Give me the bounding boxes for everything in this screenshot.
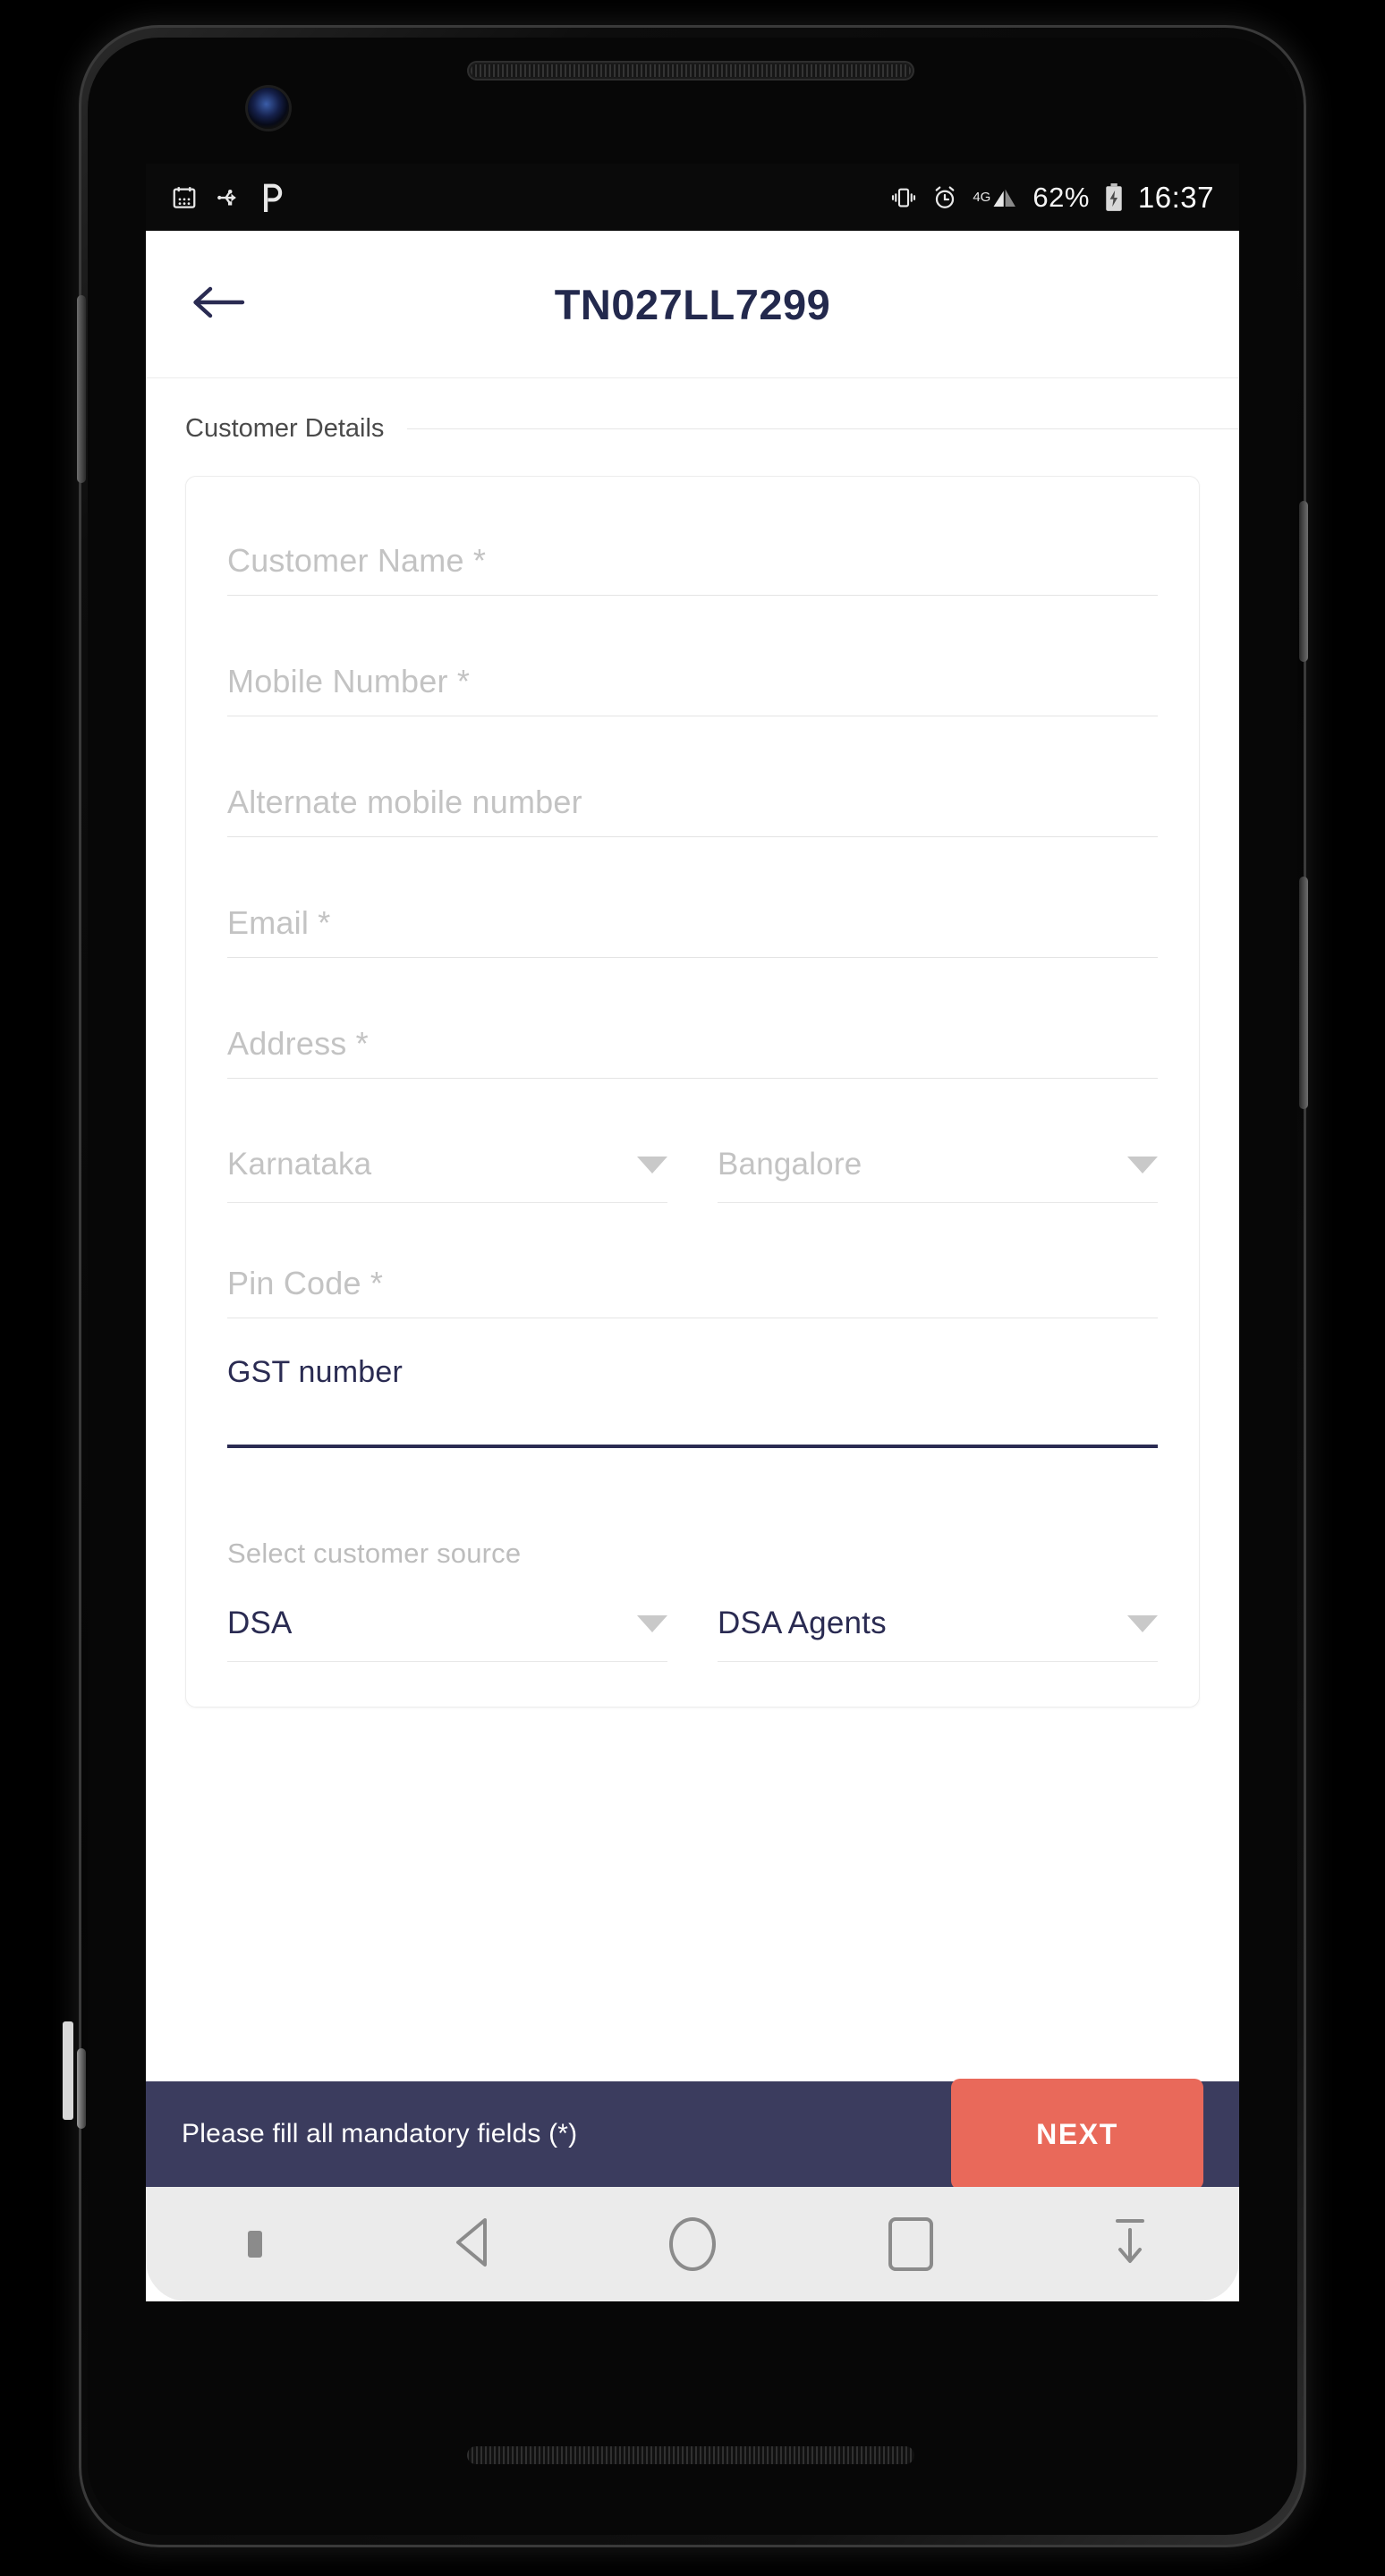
pin-code-underline: Pin Code * [227,1266,1158,1318]
status-bar-right-icons: 4G 62% 16:37 [890,181,1214,215]
gst-number-field[interactable]: GST number [227,1355,1158,1449]
source-type-dropdown[interactable]: DSA [227,1606,667,1663]
paytm-icon [260,183,285,212]
source-type-line: DSA [227,1606,667,1663]
alarm-icon [931,184,958,211]
recents-square-icon [888,2217,934,2271]
chevron-down-icon [1127,1156,1158,1174]
customer-details-card: Customer Name * Mobile Number * Alternat… [185,476,1200,1708]
home-circle-icon [668,2217,716,2271]
vibrate-icon [890,184,917,211]
state-value: Karnataka [227,1147,372,1182]
side-accent [77,2048,86,2129]
battery-percent-label: 62% [1032,181,1090,213]
chevron-down-icon [637,1156,667,1174]
gst-number-label: GST number [227,1355,404,1389]
side-button[interactable] [1299,877,1308,1109]
app-bar: TN027LL7299 [146,231,1239,378]
hide-keyboard-icon [1105,2214,1155,2275]
chevron-down-icon [1127,1614,1158,1632]
section-header: Customer Details [146,378,1239,444]
chevron-down-icon [637,1614,667,1632]
pin-code-field[interactable]: Pin Code * [227,1266,1158,1318]
city-value: Bangalore [718,1147,862,1182]
validation-message: Please fill all mandatory fields (*) [182,2119,578,2148]
arrow-left-icon [191,282,246,327]
source-agent-dropdown[interactable]: DSA Agents [718,1606,1158,1663]
source-type-value: DSA [227,1606,293,1641]
mobile-number-underline: Mobile Number * [227,664,1158,716]
customer-source-label: Select customer source [227,1538,522,1570]
address-placeholder: Address * [227,1025,369,1062]
mobile-number-placeholder: Mobile Number * [227,663,471,699]
source-agent-line: DSA Agents [718,1606,1158,1663]
state-dropdown[interactable]: Karnataka [227,1147,667,1203]
page-title: TN027LL7299 [554,280,831,328]
form-spacer [227,1491,1158,1538]
state-city-row: Karnataka Bangalore [227,1147,1158,1203]
section-divider [407,428,1239,429]
city-dropdown[interactable]: Bangalore [718,1147,1158,1203]
back-triangle-icon [449,2214,499,2275]
dot-indicator-icon [248,2231,263,2258]
battery-charging-icon [1104,182,1124,212]
status-bar-left-icons [171,183,285,212]
front-camera [248,88,289,129]
address-underline: Address * [227,1026,1158,1079]
status-bar: 4G 62% 16:37 [146,164,1239,231]
nav-home-button[interactable] [630,2199,755,2289]
alternate-mobile-placeholder: Alternate mobile number [227,784,582,820]
back-button[interactable] [189,275,248,334]
state-dropdown-line: Karnataka [227,1147,667,1203]
nav-dot-indicator [192,2199,318,2289]
bottom-speaker [467,2446,914,2464]
nav-recents-button[interactable] [848,2199,973,2289]
pin-code-placeholder: Pin Code * [227,1265,384,1301]
section-title: Customer Details [185,414,385,443]
source-agent-value: DSA Agents [718,1606,887,1641]
phone-screen: 4G 62% 16:37 TN027LL7299 Customer Detail… [146,164,1239,2301]
city-dropdown-line: Bangalore [718,1147,1158,1203]
alternate-mobile-field[interactable]: Alternate mobile number [227,784,1158,837]
network-type-label: 4G [973,190,991,205]
gst-number-underline: GST number [227,1355,1158,1449]
power-button[interactable] [1299,501,1308,662]
signal-icon: 4G [973,185,1018,210]
clock-label: 16:37 [1137,180,1214,214]
nav-back-button[interactable] [412,2199,537,2289]
customer-name-field[interactable]: Customer Name * [227,543,1158,596]
customer-source-row: DSA DSA Agents [227,1606,1158,1663]
volume-button[interactable] [77,295,86,483]
usb-icon [216,184,242,211]
email-underline: Email * [227,905,1158,958]
customer-name-underline: Customer Name * [227,543,1158,596]
email-placeholder: Email * [227,904,331,941]
mobile-number-field[interactable]: Mobile Number * [227,664,1158,716]
android-nav-bar [146,2187,1239,2301]
earpiece-speaker [467,61,914,80]
customer-name-placeholder: Customer Name * [227,542,487,579]
screen-edge-highlight [63,2021,73,2120]
address-field[interactable]: Address * [227,1026,1158,1079]
email-field[interactable]: Email * [227,905,1158,958]
next-button[interactable]: NEXT [951,2079,1203,2190]
calendar-icon [171,184,198,211]
nav-hide-keyboard-button[interactable] [1067,2199,1193,2289]
bottom-action-bar: Please fill all mandatory fields (*) NEX… [146,2079,1239,2190]
alternate-mobile-underline: Alternate mobile number [227,784,1158,837]
